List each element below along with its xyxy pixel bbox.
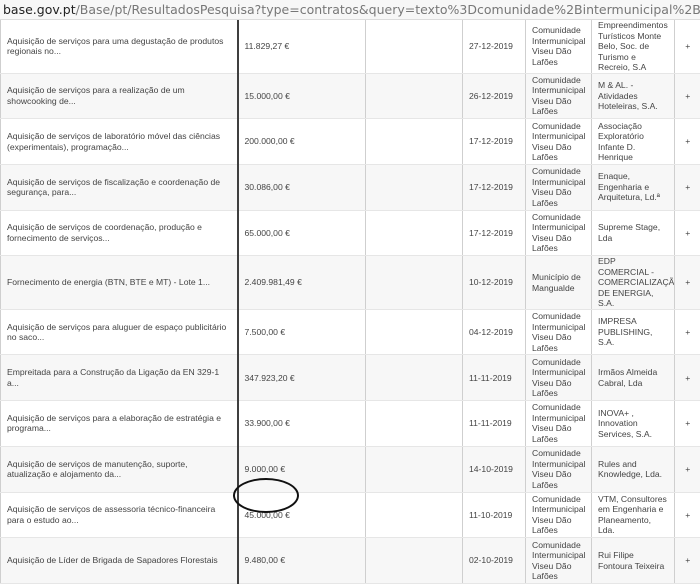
table-row[interactable]: Aquisição de serviços de coordenação, pr…	[1, 210, 700, 256]
spacer-cell	[366, 446, 463, 492]
supplier-name: IMPRESA PUBLISHING, S.A.	[592, 309, 675, 355]
contracting-entity: Comunidade Intermunicipal Viseu Dão Lafõ…	[526, 119, 592, 165]
contract-date: 14-10-2019	[463, 446, 526, 492]
contract-object[interactable]: Fornecimento de energia (BTN, BTE e MT) …	[1, 256, 238, 310]
spacer-cell	[366, 401, 463, 447]
supplier-name: INOVA+ , Innovation Services, S.A.	[592, 401, 675, 447]
expand-row-button[interactable]: +	[675, 538, 700, 584]
contract-value: 11.829,27 €	[238, 20, 366, 73]
table-row[interactable]: Aquisição de serviços para a elaboração …	[1, 401, 700, 447]
contract-date: 26-12-2019	[463, 73, 526, 119]
expand-row-button[interactable]: +	[675, 210, 700, 256]
contract-value: 200.000,00 €	[238, 119, 366, 165]
spacer-cell	[366, 119, 463, 165]
table-row[interactable]: Aquisição de serviços de fiscalização e …	[1, 164, 700, 210]
contract-object[interactable]: Aquisição de serviços de laboratório móv…	[1, 119, 238, 165]
contract-value: 7.500,00 €	[238, 309, 366, 355]
contracting-entity: Município de Mangualde	[526, 256, 592, 310]
spacer-cell	[366, 538, 463, 584]
table-row[interactable]: Aquisição de serviços para aluguer de es…	[1, 309, 700, 355]
expand-row-button[interactable]: +	[675, 73, 700, 119]
supplier-name: M & AL. - Atividades Hoteleiras, S.A.	[592, 73, 675, 119]
contracting-entity: Comunidade Intermunicipal Viseu Dão Lafõ…	[526, 164, 592, 210]
contracting-entity: Comunidade Intermunicipal Viseu Dão Lafõ…	[526, 73, 592, 119]
contracting-entity: Comunidade Intermunicipal Viseu Dão Lafõ…	[526, 309, 592, 355]
contract-date: 17-12-2019	[463, 210, 526, 256]
url-path: /Base/pt/ResultadosPesquisa?type=contrat…	[76, 2, 700, 17]
contract-date: 02-10-2019	[463, 538, 526, 584]
expand-row-button[interactable]: +	[675, 492, 700, 538]
spacer-cell	[366, 20, 463, 73]
contracting-entity: Comunidade Intermunicipal Viseu Dão Lafõ…	[526, 492, 592, 538]
table-row[interactable]: Aquisição de Líder de Brigada de Sapador…	[1, 538, 700, 584]
contract-value: 9.480,00 €	[238, 538, 366, 584]
table-row[interactable]: Fornecimento de energia (BTN, BTE e MT) …	[1, 256, 700, 310]
supplier-name: Empreendimentos Turísticos Monte Belo, S…	[592, 20, 675, 73]
contracting-entity: Comunidade Intermunicipal Viseu Dão Lafõ…	[526, 446, 592, 492]
table-row[interactable]: Aquisição de serviços para uma degustaçã…	[1, 20, 700, 73]
expand-row-button[interactable]: +	[675, 355, 700, 401]
expand-row-button[interactable]: +	[675, 164, 700, 210]
table-row[interactable]: Empreitada para a Construção da Ligação …	[1, 355, 700, 401]
contract-object[interactable]: Aquisição de serviços para a elaboração …	[1, 401, 238, 447]
expand-row-button[interactable]: +	[675, 119, 700, 165]
supplier-name: Supreme Stage, Lda	[592, 210, 675, 256]
supplier-name: Irmãos Almeida Cabral, Lda	[592, 355, 675, 401]
contracting-entity: Comunidade Intermunicipal Viseu Dão Lafõ…	[526, 538, 592, 584]
contract-object[interactable]: Aquisição de serviços de fiscalização e …	[1, 164, 238, 210]
contract-object[interactable]: Aquisição de serviços para uma degustaçã…	[1, 20, 238, 73]
supplier-name: Rui Filipe Fontoura Teixeira	[592, 538, 675, 584]
spacer-cell	[366, 164, 463, 210]
contracting-entity: Comunidade Intermunicipal Viseu Dão Lafõ…	[526, 401, 592, 447]
contract-object[interactable]: Aquisição de serviços de coordenação, pr…	[1, 210, 238, 256]
contract-value: 15.000,00 €	[238, 73, 366, 119]
table-row[interactable]: Aquisição de serviços para a realização …	[1, 73, 700, 119]
spacer-cell	[366, 355, 463, 401]
contract-object[interactable]: Aquisição de serviços para aluguer de es…	[1, 309, 238, 355]
url-host: base.gov.pt	[3, 2, 76, 17]
spacer-cell	[366, 492, 463, 538]
contract-date: 17-12-2019	[463, 164, 526, 210]
contract-date: 04-12-2019	[463, 309, 526, 355]
spacer-cell	[366, 256, 463, 310]
contract-value: 65.000,00 €	[238, 210, 366, 256]
highlight-ellipse	[233, 478, 299, 513]
contract-object[interactable]: Aquisição de serviços de assessoria técn…	[1, 492, 238, 538]
table-row[interactable]: Aquisição de serviços de laboratório móv…	[1, 119, 700, 165]
expand-row-button[interactable]: +	[675, 309, 700, 355]
contract-date: 27-12-2019	[463, 20, 526, 73]
contract-object[interactable]: Empreitada para a Construção da Ligação …	[1, 355, 238, 401]
table-row[interactable]: Aquisição de serviços de assessoria técn…	[1, 492, 700, 538]
contracting-entity: Comunidade Intermunicipal Viseu Dão Lafõ…	[526, 210, 592, 256]
contract-value: 347.923,20 €	[238, 355, 366, 401]
spacer-cell	[366, 210, 463, 256]
table-row[interactable]: Aquisição de serviços de manutenção, sup…	[1, 446, 700, 492]
expand-row-button[interactable]: +	[675, 401, 700, 447]
contract-value: 30.086,00 €	[238, 164, 366, 210]
contract-date: 11-10-2019	[463, 492, 526, 538]
contract-date: 11-11-2019	[463, 401, 526, 447]
contract-value: 2.409.981,49 €	[238, 256, 366, 310]
contract-date: 17-12-2019	[463, 119, 526, 165]
contracting-entity: Comunidade Intermunicipal Viseu Dão Lafõ…	[526, 355, 592, 401]
contract-object[interactable]: Aquisição de Líder de Brigada de Sapador…	[1, 538, 238, 584]
supplier-name: Associação Exploratório Infante D. Henri…	[592, 119, 675, 165]
contracts-table: Aquisição de serviços para uma degustaçã…	[0, 20, 700, 584]
supplier-name: VTM, Consultores em Engenharia e Planeam…	[592, 492, 675, 538]
contract-date: 11-11-2019	[463, 355, 526, 401]
spacer-cell	[366, 309, 463, 355]
contract-value: 33.900,00 €	[238, 401, 366, 447]
expand-row-button[interactable]: +	[675, 20, 700, 73]
supplier-name: Enaque, Engenharia e Arquitetura, Ld.ª	[592, 164, 675, 210]
supplier-name: EDP COMERCIAL - COMERCIALIZAÇÃO DE ENERG…	[592, 256, 675, 310]
address-bar[interactable]: base.gov.pt/Base/pt/ResultadosPesquisa?t…	[0, 0, 700, 20]
contracting-entity: Comunidade Intermunicipal Viseu Dão Lafõ…	[526, 20, 592, 73]
supplier-name: Rules and Knowledge, Lda.	[592, 446, 675, 492]
spacer-cell	[366, 73, 463, 119]
contract-object[interactable]: Aquisição de serviços de manutenção, sup…	[1, 446, 238, 492]
expand-row-button[interactable]: +	[675, 256, 700, 310]
expand-row-button[interactable]: +	[675, 446, 700, 492]
contract-date: 10-12-2019	[463, 256, 526, 310]
contract-object[interactable]: Aquisição de serviços para a realização …	[1, 73, 238, 119]
